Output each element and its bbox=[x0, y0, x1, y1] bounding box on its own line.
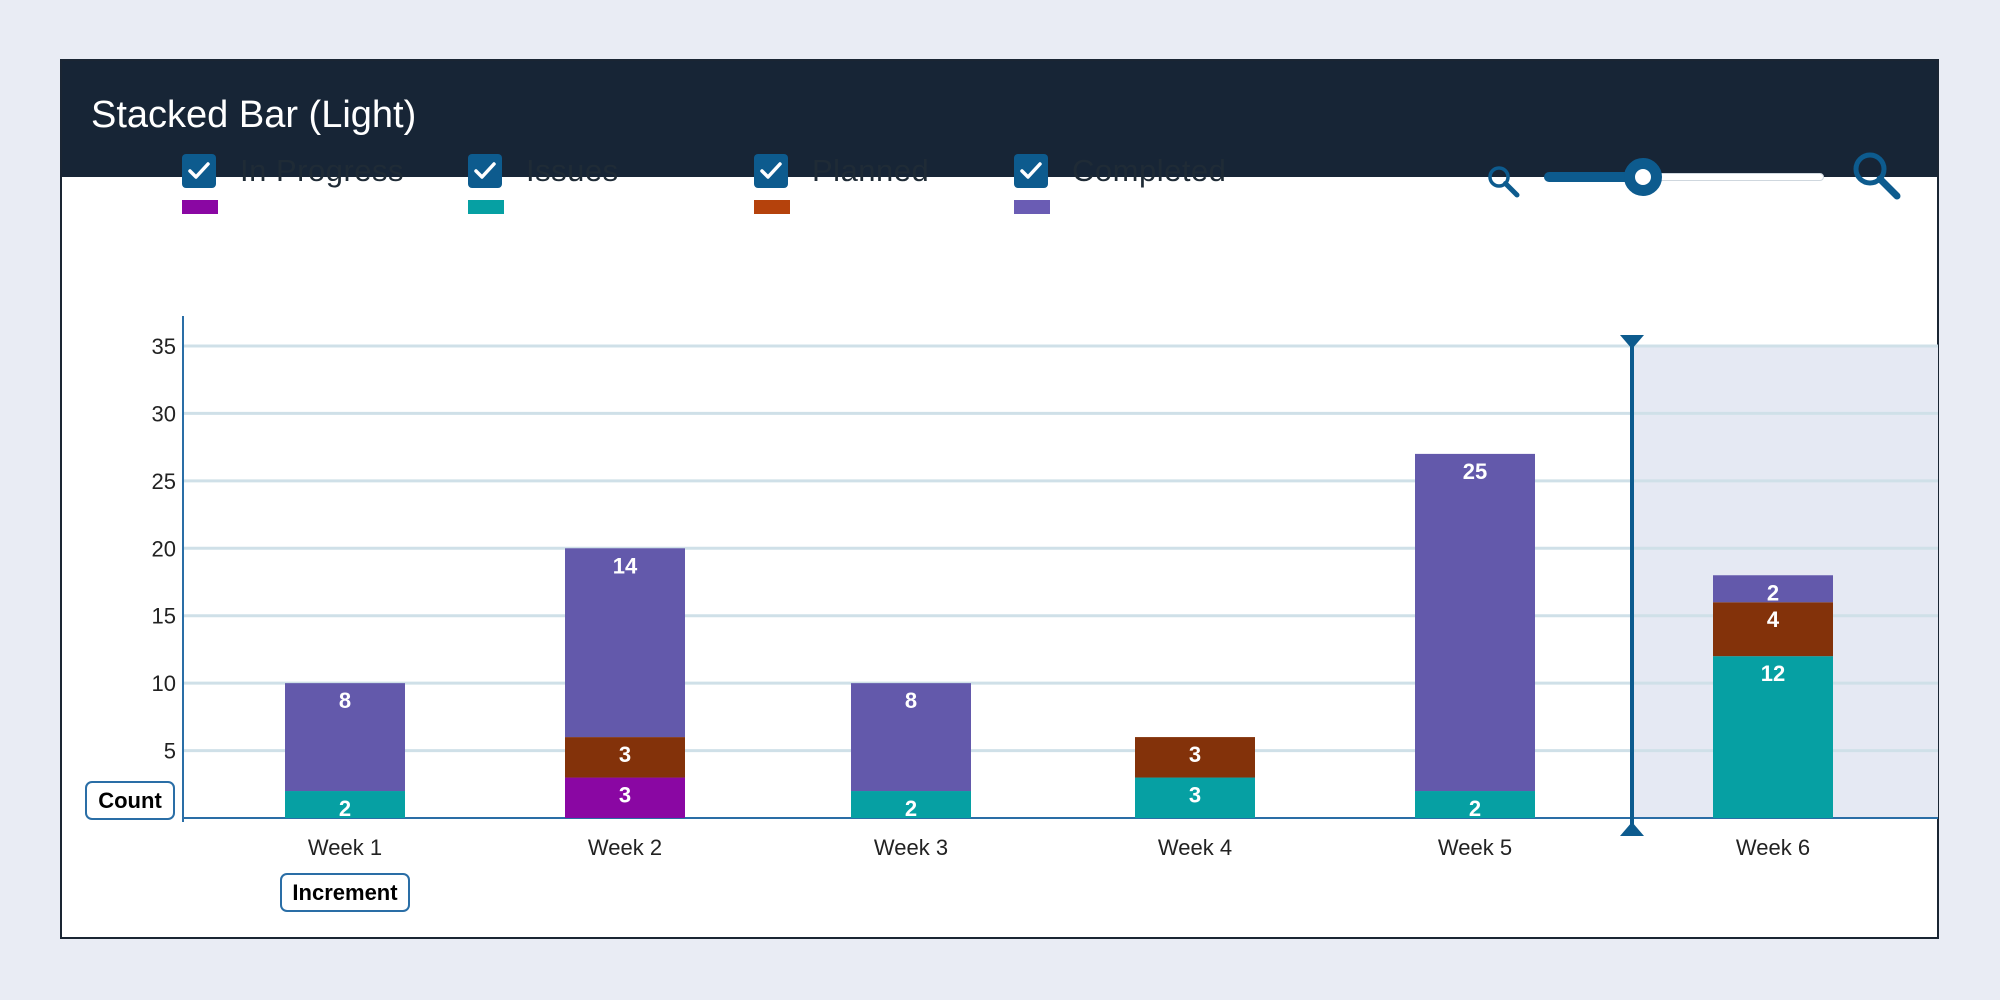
data-label: 2 bbox=[339, 796, 351, 821]
data-label: 8 bbox=[339, 688, 351, 713]
data-label: 4 bbox=[1767, 607, 1780, 632]
y-tick-label: 25 bbox=[152, 469, 176, 494]
y-tick-label: 20 bbox=[152, 536, 176, 561]
y-axis-annotation-button[interactable]: Count bbox=[85, 781, 175, 820]
data-label: 14 bbox=[613, 553, 638, 578]
y-tick-label: 30 bbox=[152, 401, 176, 426]
data-label: 3 bbox=[619, 742, 631, 767]
data-label: 3 bbox=[1189, 742, 1201, 767]
data-label: 2 bbox=[1767, 580, 1779, 605]
x-axis-annotation-button[interactable]: Increment bbox=[280, 873, 410, 912]
data-label: 8 bbox=[905, 688, 917, 713]
y-tick-label: 10 bbox=[152, 671, 176, 696]
y-tick-label: 35 bbox=[152, 334, 176, 359]
x-tick-label: Week 1 bbox=[308, 835, 382, 860]
x-tick-label: Week 5 bbox=[1438, 835, 1512, 860]
x-tick-label: Week 2 bbox=[588, 835, 662, 860]
data-label: 2 bbox=[1469, 796, 1481, 821]
bar-segment bbox=[1415, 453, 1535, 792]
stacked-bar-chart: 5 10 15 20 25 30 35 2 8 Week 1 3 3 14 Week 2 2 8 Week 3 3… bbox=[152, 316, 1938, 860]
y-tick-label: 5 bbox=[164, 739, 176, 764]
cursor-handle-bottom bbox=[1620, 822, 1644, 836]
y-tick-label: 15 bbox=[152, 604, 176, 629]
data-label: 12 bbox=[1761, 661, 1785, 686]
x-tick-label: Week 4 bbox=[1158, 835, 1232, 860]
data-label: 3 bbox=[1189, 783, 1201, 808]
data-label: 2 bbox=[905, 796, 917, 821]
x-tick-label: Week 6 bbox=[1736, 835, 1810, 860]
x-tick-label: Week 3 bbox=[874, 835, 948, 860]
data-label: 25 bbox=[1463, 459, 1487, 484]
data-label: 3 bbox=[619, 783, 631, 808]
